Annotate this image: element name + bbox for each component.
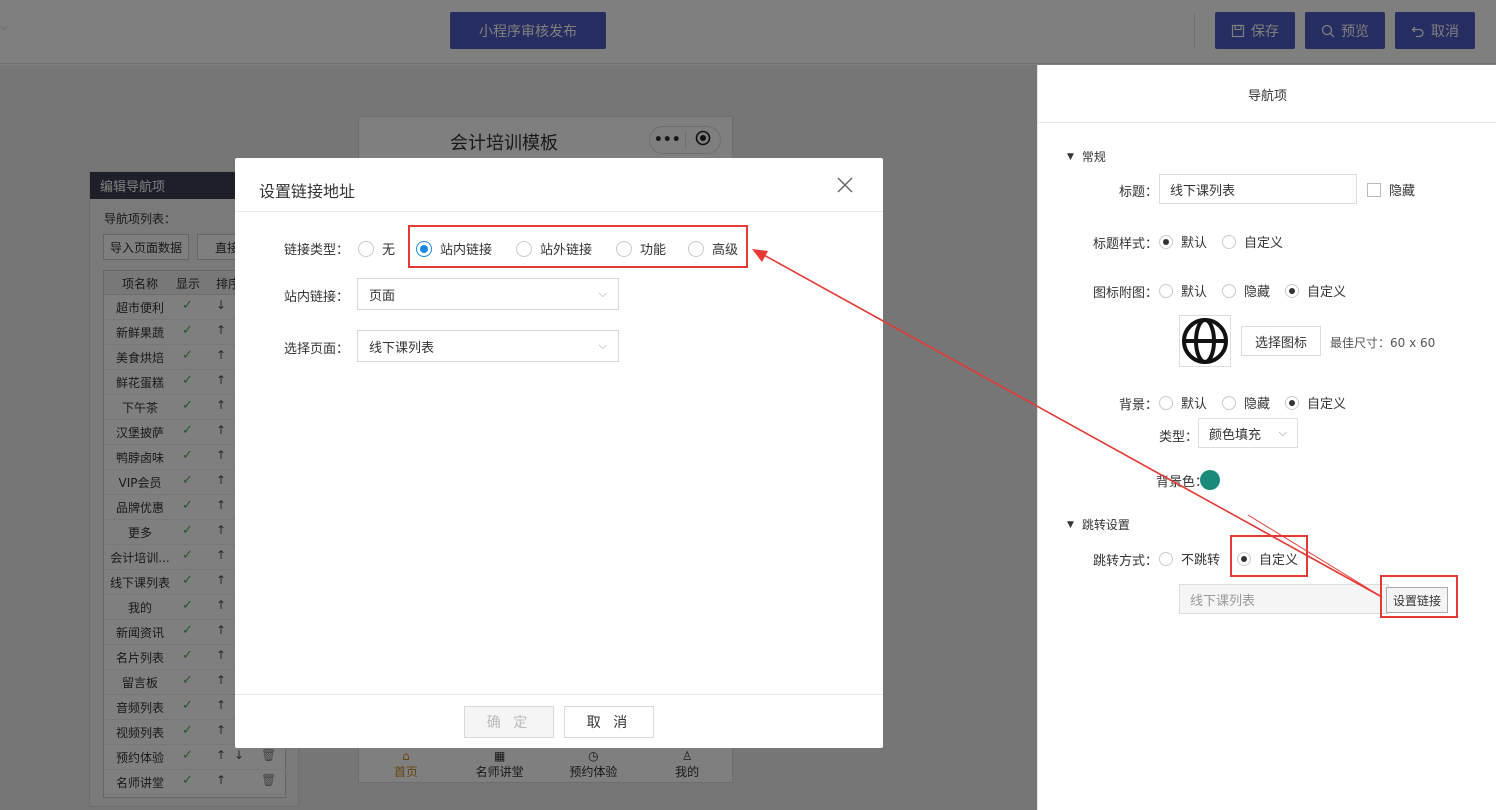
annotation-arrow — [752, 249, 1383, 598]
